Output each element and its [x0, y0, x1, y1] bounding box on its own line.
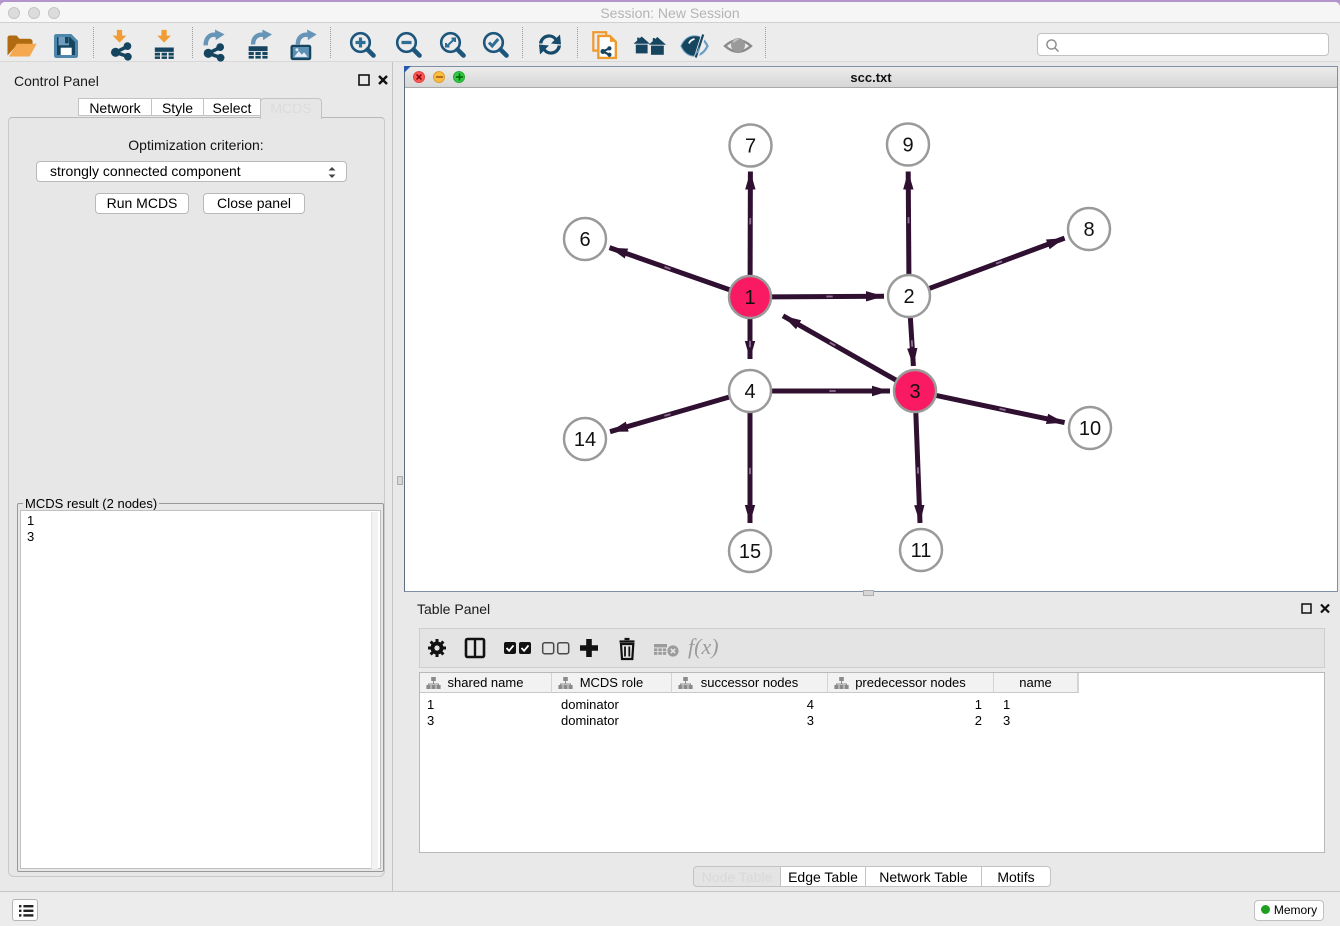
svg-text:4: 4 — [744, 381, 755, 403]
svg-text:9: 9 — [902, 135, 913, 157]
svg-text:7: 7 — [745, 136, 756, 158]
svg-text:11: 11 — [911, 540, 932, 562]
svg-text:6: 6 — [579, 229, 590, 251]
svg-text:1: 1 — [744, 287, 755, 309]
svg-text:10: 10 — [1079, 418, 1101, 440]
svg-text:2: 2 — [903, 286, 914, 308]
svg-text:14: 14 — [574, 429, 596, 451]
svg-text:15: 15 — [739, 541, 761, 563]
svg-text:3: 3 — [909, 381, 920, 403]
svg-text:8: 8 — [1083, 219, 1094, 241]
